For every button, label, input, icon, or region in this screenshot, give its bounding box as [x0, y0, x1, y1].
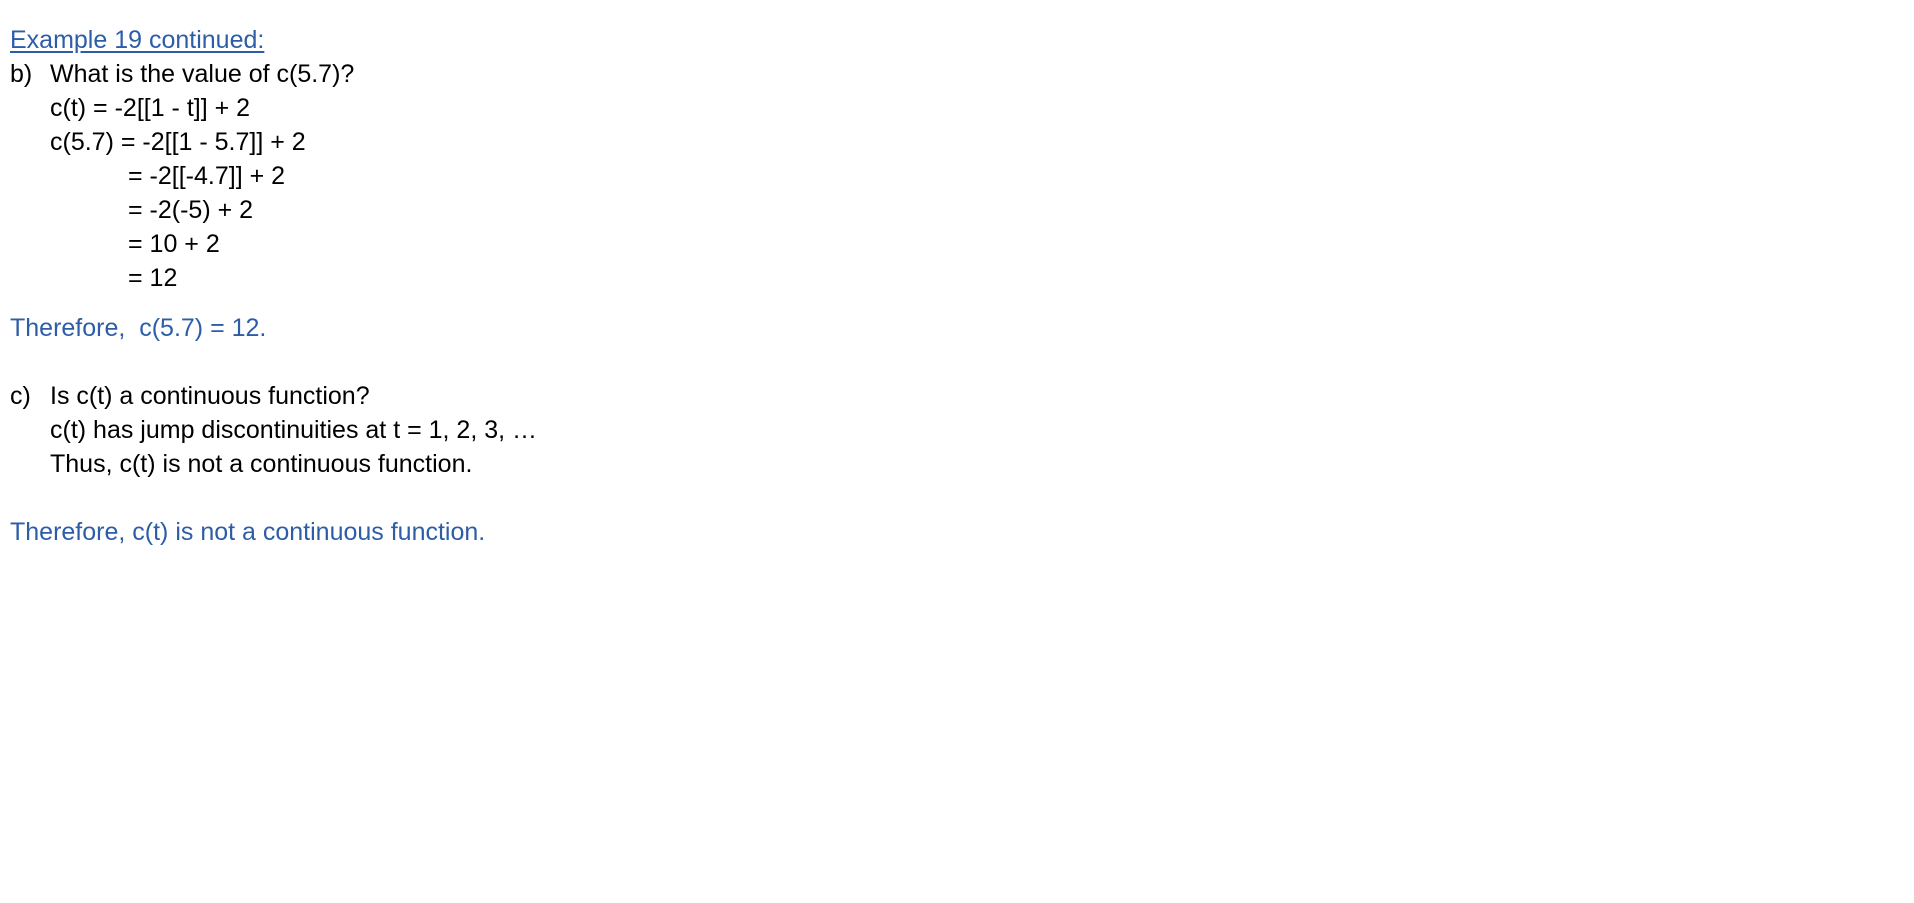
part-b-step: c(5.7) = -2[[1 - 5.7]] + 2	[50, 128, 306, 156]
part-b-conclusion: Therefore, c(5.7) = 12.	[10, 314, 267, 342]
part-b-step: = 10 + 2	[128, 230, 220, 258]
part-c-step: Thus, c(t) is not a continuous function.	[50, 450, 473, 478]
part-b-step: = -2(-5) + 2	[128, 196, 254, 224]
page-title: Example 19 continued:	[10, 26, 265, 54]
part-c-marker: c)	[10, 382, 31, 410]
part-c-step: c(t) has jump discontinuities at t = 1, …	[50, 416, 538, 444]
part-b-question: What is the value of c(5.7)?	[50, 60, 355, 88]
part-c-conclusion: Therefore, c(t) is not a continuous func…	[10, 518, 486, 546]
part-c-question: Is c(t) a continuous function?	[50, 382, 370, 410]
part-b-step: = 12	[128, 264, 178, 292]
part-b-step: c(t) = -2[[1 - t]] + 2	[50, 94, 251, 122]
part-b-step: = -2[[-4.7]] + 2	[128, 162, 286, 190]
part-b-marker: b)	[10, 60, 33, 88]
